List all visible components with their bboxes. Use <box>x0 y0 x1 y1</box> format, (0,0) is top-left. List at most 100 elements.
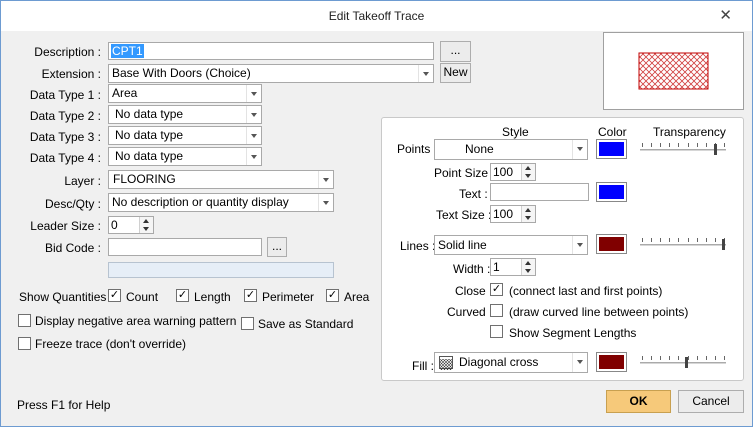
bid-code-field[interactable] <box>108 238 262 256</box>
fill-color-button[interactable] <box>596 352 627 372</box>
freeze-trace-checkbox[interactable] <box>18 337 31 350</box>
lines-color-button[interactable] <box>596 234 627 254</box>
spinner-arrows-icon[interactable] <box>521 206 535 222</box>
lines-color-swatch <box>599 237 624 251</box>
fill-style-select[interactable]: Diagonal cross <box>434 352 588 373</box>
slider-tick <box>660 238 661 242</box>
cancel-button[interactable]: Cancel <box>678 390 744 413</box>
points-transparency-slider[interactable] <box>640 142 726 158</box>
close-checkbox[interactable]: ✓ <box>490 283 503 296</box>
chevron-down-icon <box>246 148 261 165</box>
spinner-arrows-icon[interactable] <box>139 217 153 233</box>
negative-area-warning-checkbox[interactable] <box>18 314 31 327</box>
slider-tick <box>669 238 670 242</box>
desc-qty-value: No description or quantity display <box>112 195 289 209</box>
count-label: Count <box>126 290 159 304</box>
layer-select[interactable]: FLOORING <box>108 170 334 189</box>
slider-track <box>640 362 726 364</box>
slider-tick <box>660 356 661 360</box>
close-icon[interactable]: ✕ <box>719 1 732 31</box>
data-type-3-label: Data Type 3 : <box>29 130 101 144</box>
length-label: Length <box>194 290 231 304</box>
line-width-stepper[interactable]: 1 <box>490 258 536 276</box>
data-type-3-select[interactable]: No data type <box>108 126 262 145</box>
chevron-down-icon <box>572 236 587 254</box>
length-checkbox[interactable]: ✓ <box>176 289 189 302</box>
slider-thumb[interactable] <box>722 239 725 250</box>
bid-code-browse-button[interactable]: ... <box>267 237 287 257</box>
data-type-1-select[interactable]: Area <box>108 84 262 103</box>
slider-tick <box>724 143 725 147</box>
show-quantities-label: Show Quantities : <box>19 290 114 304</box>
point-size-stepper[interactable]: 100 <box>490 163 536 181</box>
count-checkbox[interactable]: ✓ <box>108 289 121 302</box>
title-bar: Edit Takeoff Trace ✕ <box>1 1 752 31</box>
fill-color-swatch <box>599 355 624 369</box>
curved-label: Curved : <box>447 305 493 319</box>
chevron-down-icon <box>418 65 433 82</box>
description-browse-button[interactable]: ... <box>440 41 471 62</box>
slider-track <box>640 244 726 246</box>
ok-button[interactable]: OK <box>606 390 671 413</box>
slider-tick <box>697 356 698 360</box>
diagonal-cross-pattern-icon <box>439 356 453 370</box>
data-type-1-value: Area <box>112 86 138 100</box>
area-checkbox[interactable]: ✓ <box>326 289 339 302</box>
lines-style-value: Solid line <box>438 238 487 252</box>
text-color-swatch <box>599 185 624 199</box>
show-segment-lengths-label: Show Segment Lengths <box>509 326 637 340</box>
data-type-4-select[interactable]: No data type <box>108 147 262 166</box>
lines-style-select[interactable]: Solid line <box>434 235 588 255</box>
lines-transparency-slider[interactable] <box>640 237 726 253</box>
points-label: Points : <box>397 142 438 156</box>
slider-tick <box>642 356 643 360</box>
points-color-button[interactable] <box>596 139 627 159</box>
help-hint: Press F1 for Help <box>17 398 111 412</box>
desc-qty-select[interactable]: No description or quantity display <box>108 193 334 212</box>
slider-tick <box>688 356 689 360</box>
slider-tick <box>651 143 652 147</box>
data-type-2-label: Data Type 2 : <box>29 109 101 123</box>
slider-tick <box>688 143 689 147</box>
text-size-stepper[interactable]: 100 <box>490 205 536 223</box>
trace-preview <box>603 32 744 110</box>
perimeter-checkbox[interactable]: ✓ <box>244 289 257 302</box>
slider-tick <box>651 356 652 360</box>
new-extension-button[interactable]: New <box>440 63 471 83</box>
points-color-swatch <box>599 142 624 156</box>
text-field[interactable] <box>490 183 589 201</box>
extension-select[interactable]: Base With Doors (Choice) <box>108 64 434 83</box>
perimeter-label: Perimeter <box>262 290 315 304</box>
close-label: Close : <box>455 284 493 298</box>
leader-size-value: 0 <box>111 218 118 232</box>
text-size-value: 100 <box>493 207 514 221</box>
spinner-arrows-icon[interactable] <box>521 259 535 275</box>
text-color-button[interactable] <box>596 182 627 202</box>
data-type-4-label: Data Type 4 : <box>29 151 101 165</box>
extension-value: Base With Doors (Choice) <box>112 66 251 80</box>
show-segment-lengths-checkbox[interactable] <box>490 325 503 338</box>
slider-tick <box>660 143 661 147</box>
fill-transparency-slider[interactable] <box>640 355 726 371</box>
save-as-standard-checkbox[interactable] <box>241 317 254 330</box>
fill-label: Fill : <box>412 359 434 373</box>
slider-tick <box>724 356 725 360</box>
points-style-select[interactable]: None <box>434 139 588 160</box>
layer-value: FLOORING <box>113 172 176 186</box>
bid-code-label: Bid Code : <box>44 241 101 255</box>
freeze-trace-label: Freeze trace (don't override) <box>35 337 187 351</box>
data-type-3-value: No data type <box>115 128 184 142</box>
slider-thumb[interactable] <box>685 357 688 368</box>
close-description: (connect last and first points) <box>509 284 663 298</box>
leader-size-stepper[interactable]: 0 <box>108 216 154 234</box>
chevron-down-icon <box>246 106 261 123</box>
data-type-4-value: No data type <box>115 149 184 163</box>
spinner-arrows-icon[interactable] <box>521 164 535 180</box>
data-type-2-select[interactable]: No data type <box>108 105 262 124</box>
bid-code-description-bar <box>108 262 334 278</box>
chevron-down-icon <box>572 140 587 159</box>
color-header: Color <box>598 125 627 139</box>
curved-checkbox[interactable] <box>490 304 503 317</box>
slider-thumb[interactable] <box>714 144 717 155</box>
description-field[interactable]: CPT1 <box>108 42 434 60</box>
